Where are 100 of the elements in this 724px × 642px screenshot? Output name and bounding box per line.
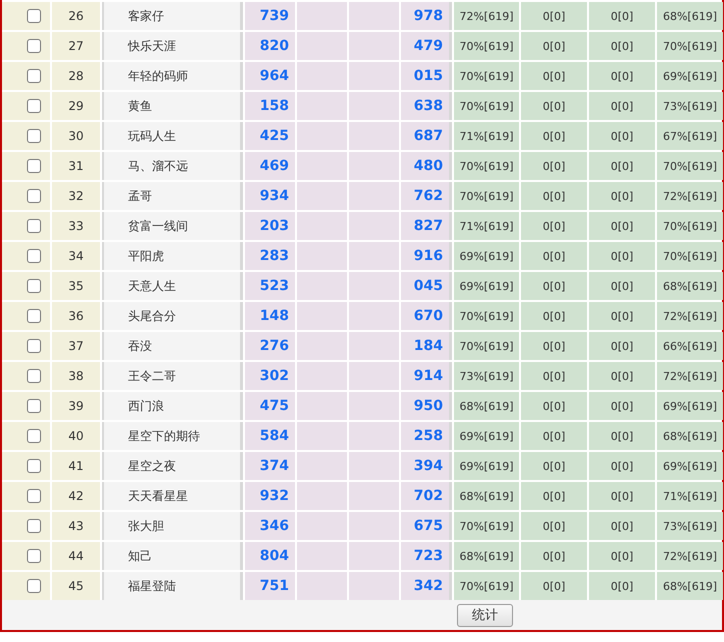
table-cell: 68%[619] bbox=[657, 572, 723, 600]
table-cell: 69%[619] bbox=[454, 452, 519, 480]
checkbox[interactable] bbox=[27, 69, 41, 83]
table-cell bbox=[297, 482, 347, 510]
table-cell: 702 bbox=[401, 482, 452, 510]
table-cell: 480 bbox=[401, 152, 452, 180]
checkbox[interactable] bbox=[27, 369, 41, 383]
checkbox[interactable] bbox=[27, 99, 41, 113]
table-cell: 0[0] bbox=[589, 62, 655, 90]
table-cell: 342 bbox=[401, 572, 452, 600]
checkbox[interactable] bbox=[27, 9, 41, 23]
table-cell: 34 bbox=[52, 242, 100, 270]
table-cell: 72%[619] bbox=[657, 182, 723, 210]
table-cell bbox=[297, 572, 347, 600]
table-cell: 70%[619] bbox=[454, 182, 519, 210]
statistics-button[interactable]: 统计 bbox=[457, 604, 513, 626]
table-cell bbox=[297, 212, 347, 240]
checkbox[interactable] bbox=[27, 219, 41, 233]
table-cell: 73%[619] bbox=[657, 512, 723, 540]
checkbox[interactable] bbox=[27, 399, 41, 413]
table-cell bbox=[297, 452, 347, 480]
table-cell bbox=[349, 32, 399, 60]
table-cell: 283 bbox=[245, 242, 295, 270]
table-cell: 43 bbox=[52, 512, 100, 540]
table-cell: 0[0] bbox=[521, 482, 587, 510]
table-cell: 045 bbox=[401, 272, 452, 300]
table-cell: 知己 bbox=[102, 542, 243, 570]
table-cell: 0[0] bbox=[521, 512, 587, 540]
table-cell: 天意人生 bbox=[102, 272, 243, 300]
table-cell: 820 bbox=[245, 32, 295, 60]
table-cell: 0[0] bbox=[521, 212, 587, 240]
checkbox[interactable] bbox=[27, 489, 41, 503]
table-cell: 0[0] bbox=[521, 332, 587, 360]
table-cell: 西门浪 bbox=[102, 392, 243, 420]
table-cell: 70%[619] bbox=[454, 332, 519, 360]
table-cell: 69%[619] bbox=[454, 422, 519, 450]
checkbox[interactable] bbox=[27, 429, 41, 443]
table-cell: 148 bbox=[245, 302, 295, 330]
table-cell: 827 bbox=[401, 212, 452, 240]
checkbox[interactable] bbox=[27, 309, 41, 323]
table-cell bbox=[349, 182, 399, 210]
table-cell bbox=[349, 512, 399, 540]
checkbox[interactable] bbox=[27, 249, 41, 263]
table-cell bbox=[349, 392, 399, 420]
table-cell: 孟哥 bbox=[102, 182, 243, 210]
table-cell: 258 bbox=[401, 422, 452, 450]
table-cell: 914 bbox=[401, 362, 452, 390]
table-cell: 70%[619] bbox=[454, 62, 519, 90]
checkbox[interactable] bbox=[27, 39, 41, 53]
table-cell: 0[0] bbox=[589, 542, 655, 570]
table-cell: 804 bbox=[245, 542, 295, 570]
checkbox[interactable] bbox=[27, 459, 41, 473]
table-cell: 203 bbox=[245, 212, 295, 240]
checkbox[interactable] bbox=[27, 189, 41, 203]
table-cell bbox=[297, 302, 347, 330]
table-cell: 66%[619] bbox=[657, 332, 723, 360]
table-cell: 0[0] bbox=[589, 182, 655, 210]
table-cell: 0[0] bbox=[521, 542, 587, 570]
checkbox[interactable] bbox=[27, 519, 41, 533]
table-cell: 30 bbox=[52, 122, 100, 150]
table-cell bbox=[297, 332, 347, 360]
table-cell: 0[0] bbox=[521, 242, 587, 270]
table-cell: 0[0] bbox=[521, 32, 587, 60]
table-cell: 69%[619] bbox=[657, 62, 723, 90]
table-cell: 星空之夜 bbox=[102, 452, 243, 480]
table-cell: 916 bbox=[401, 242, 452, 270]
table-cell: 158 bbox=[245, 92, 295, 120]
table-cell: 762 bbox=[401, 182, 452, 210]
table-cell bbox=[297, 272, 347, 300]
table-cell: 68%[619] bbox=[454, 542, 519, 570]
table-cell: 0[0] bbox=[589, 302, 655, 330]
table-cell: 40 bbox=[52, 422, 100, 450]
table-cell: 贫富一线间 bbox=[102, 212, 243, 240]
table-cell bbox=[297, 92, 347, 120]
table-cell: 184 bbox=[401, 332, 452, 360]
table-cell: 68%[619] bbox=[454, 392, 519, 420]
table-cell: 69%[619] bbox=[657, 392, 723, 420]
checkbox[interactable] bbox=[27, 579, 41, 593]
table-cell: 0[0] bbox=[589, 572, 655, 600]
checkbox[interactable] bbox=[27, 159, 41, 173]
table-cell bbox=[297, 182, 347, 210]
table-cell: 0[0] bbox=[589, 32, 655, 60]
table-cell: 0[0] bbox=[589, 272, 655, 300]
table-cell bbox=[349, 422, 399, 450]
table-cell: 932 bbox=[245, 482, 295, 510]
table-cell: 70%[619] bbox=[657, 32, 723, 60]
table-cell bbox=[349, 242, 399, 270]
checkbox[interactable] bbox=[27, 549, 41, 563]
table-cell: 68%[619] bbox=[657, 422, 723, 450]
checkbox[interactable] bbox=[27, 279, 41, 293]
table-cell: 0[0] bbox=[589, 332, 655, 360]
table-cell: 394 bbox=[401, 452, 452, 480]
table-cell: 36 bbox=[52, 302, 100, 330]
checkbox[interactable] bbox=[27, 129, 41, 143]
table-cell: 头尾合分 bbox=[102, 302, 243, 330]
table-cell bbox=[297, 32, 347, 60]
checkbox[interactable] bbox=[27, 339, 41, 353]
table-cell: 快乐天涯 bbox=[102, 32, 243, 60]
table-cell: 0[0] bbox=[589, 512, 655, 540]
table-cell bbox=[349, 482, 399, 510]
